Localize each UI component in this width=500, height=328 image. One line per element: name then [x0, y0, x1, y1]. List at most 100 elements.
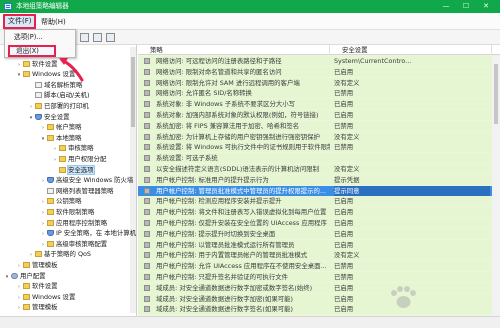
policy-setting: 提示同意	[334, 185, 490, 196]
close-button[interactable]: ✕	[476, 0, 496, 13]
expand-chevron-icon[interactable]: ›	[40, 230, 46, 240]
expand-chevron-icon[interactable]: ›	[16, 283, 22, 293]
tree-item[interactable]: › 软件设置	[0, 282, 136, 293]
folder-icon	[59, 166, 66, 173]
file-menu[interactable]: 文件(F)	[3, 14, 36, 29]
policy-row[interactable]: 用户帐户控制: 检测应用程序安装并提示提升 已启用	[138, 196, 500, 207]
policy-setting-icon	[144, 90, 150, 97]
collapse-chevron-icon[interactable]: ▾	[16, 71, 22, 81]
column-header-policy[interactable]: 策略	[138, 45, 330, 55]
policy-row[interactable]: 系统对象: 加强内部系统对象的默认权限(例如，符号链接) 已启用	[138, 110, 500, 120]
person-icon	[11, 272, 18, 279]
expand-chevron-icon[interactable]: ›	[40, 198, 46, 208]
policy-row[interactable]: 用户帐户控制: 标准用户的提升提示行为 提示凭据	[138, 174, 500, 185]
collapse-chevron-icon[interactable]: ▾	[4, 273, 10, 283]
policy-name: 网络访问: 可远程访问的注册表路径和子路径	[156, 57, 282, 65]
policy-row[interactable]: 用户帐户控制: 只提升签名并验证的可执行文件 已禁用	[138, 272, 500, 282]
policy-setting: System\CurrentContro...	[334, 57, 412, 65]
tree-item[interactable]: › 用户权限分配	[0, 155, 136, 166]
policy-row[interactable]: 以安全描述符定义语言(SDDL)语法表示的计算机访问限制 没有定义	[138, 164, 500, 174]
options-menu-item[interactable]: 选项(P)...	[8, 32, 72, 43]
tree-item[interactable]: › 高级审核策略配置	[0, 240, 136, 251]
help-menu[interactable]: 帮助(H)	[41, 17, 66, 27]
policy-setting: 已禁用	[334, 273, 354, 281]
expand-chevron-icon[interactable]: ›	[16, 304, 22, 314]
tree-item[interactable]: › 应用程序控制策略	[0, 219, 136, 230]
collapse-chevron-icon[interactable]: ▾	[28, 114, 34, 124]
collapse-chevron-icon[interactable]: ▾	[40, 135, 46, 145]
expand-chevron-icon[interactable]: ›	[52, 156, 58, 166]
policy-name: 域成员: 对安全通道数据进行数字签名(如果可能)	[156, 305, 293, 314]
policy-row[interactable]: 网络访问: 允许匿名 SID/名称转换 已禁用	[138, 88, 500, 99]
policy-row[interactable]: 用户帐户控制: 以管理员批准模式运行所有管理员 已启用	[138, 239, 500, 250]
policy-row[interactable]: 网络访问: 限制允许对 SAM 进行远程调用的客户端 没有定义	[138, 77, 500, 88]
policy-name: 域成员: 对安全通道数据进行数字加密(如果可能)	[156, 294, 293, 303]
expand-chevron-icon[interactable]: ›	[16, 262, 22, 272]
tree-item-label: 基于策略的 QoS	[44, 250, 91, 259]
expand-chevron-icon[interactable]: ›	[16, 61, 22, 71]
list-scrollbar[interactable]	[492, 56, 500, 316]
maximize-button[interactable]: ☐	[456, 0, 476, 13]
tree-item[interactable]: ▾ 本地策略	[0, 134, 136, 145]
column-header-setting[interactable]: 安全设置	[330, 45, 492, 55]
tree-item[interactable]: › 基于策略的 QoS	[0, 250, 136, 261]
expand-chevron-icon[interactable]: ›	[40, 177, 46, 187]
expand-chevron-icon[interactable]: ›	[40, 209, 46, 219]
policy-row[interactable]: 用户帐户控制: 用于内置管理员帐户的管理员批准模式 没有定义	[138, 250, 500, 261]
tree-item[interactable]: ▾ 用户配置	[0, 272, 136, 283]
tree-item[interactable]: 脚本(启动/关机)	[0, 91, 136, 101]
tree-item[interactable]: › 软件限制策略	[0, 208, 136, 219]
tree-item[interactable]: › IP 安全策略，在 本地计算机	[0, 229, 136, 240]
expand-chevron-icon[interactable]: ›	[28, 103, 34, 113]
shield-icon	[47, 177, 54, 184]
policy-setting-icon	[144, 263, 150, 270]
policy-setting-icon	[144, 79, 150, 86]
expand-chevron-icon[interactable]: ›	[40, 124, 46, 134]
tree-item[interactable]: › Windows 设置	[0, 293, 136, 304]
tree-item[interactable]: › 高级安全 Windows 防火墙	[0, 176, 136, 187]
properties-icon[interactable]	[80, 33, 89, 42]
policy-row[interactable]: 系统加密: 将 FIPS 兼容算法用于加密、哈希和签名 已禁用	[138, 120, 500, 131]
expand-chevron-icon[interactable]: ›	[52, 145, 58, 155]
expand-chevron-icon[interactable]: ›	[16, 294, 22, 304]
window-controls: — ☐ ✕	[436, 0, 496, 13]
tree-item-label: 安全设置	[44, 112, 70, 121]
policy-row[interactable]: 用户帐户控制: 允许 UIAccess 应用程序在不使用安全桌面... 已禁用	[138, 261, 500, 272]
show-hide-tree-icon[interactable]	[106, 33, 115, 42]
minimize-button[interactable]: —	[436, 0, 456, 13]
tree-item[interactable]: 安全选项	[0, 164, 136, 176]
expand-chevron-icon[interactable]: ›	[40, 241, 46, 251]
policy-row[interactable]: 用户帐户控制: 将文件和注册表写入错误虚拟化到每用户位置 已启用	[138, 207, 500, 218]
policy-setting: 已启用	[334, 100, 354, 109]
policy-setting-icon	[144, 241, 150, 248]
policy-row[interactable]: 用户帐户控制: 管理员批准模式中管理员的提升权限提示的... 提示同意	[138, 185, 500, 196]
tree-item[interactable]: ▾ 安全设置	[0, 112, 136, 124]
policy-setting: 已禁用	[334, 143, 354, 152]
expand-chevron-icon[interactable]: ›	[28, 251, 34, 261]
exit-menu-item[interactable]: 退出(X)	[8, 45, 56, 57]
policy-row[interactable]: 用户帐户控制: 仅提升安装在安全位置的 UIAccess 应用程序 已启用	[138, 218, 500, 228]
tree-item[interactable]: › 审核策略	[0, 144, 136, 155]
help-icon[interactable]	[93, 33, 102, 42]
list-scroll-thumb[interactable]	[494, 64, 498, 124]
tree-item-label: 审核策略	[68, 144, 94, 153]
tree-item-label: 软件设置	[32, 59, 58, 68]
folder-icon	[59, 156, 66, 162]
policy-row[interactable]: 系统设置: 可选子系统	[138, 153, 500, 164]
folder-icon	[35, 251, 42, 258]
policy-row[interactable]: 网络访问: 限制对命名管道和共享的匿名访问 已启用	[138, 66, 500, 77]
shield-icon	[35, 113, 42, 120]
policy-row[interactable]: 系统设置: 将 Windows 可执行文件中的证书规则用于软件限制... 已禁用	[138, 142, 500, 153]
tree-item[interactable]: › 公钥策略	[0, 197, 136, 208]
policy-row[interactable]: 系统对象: 非 Windows 子系统不要求区分大小写 已启用	[138, 99, 500, 110]
tree-item[interactable]: 网络列表管理器策略	[0, 186, 136, 197]
policy-row[interactable]: 网络访问: 可远程访问的注册表路径和子路径 System\CurrentContr…	[138, 56, 500, 66]
expand-chevron-icon[interactable]: ›	[40, 220, 46, 230]
tree-item[interactable]: › 管理模板	[0, 303, 136, 314]
policy-row[interactable]: 系统加密: 为计算机上存储的用户密钥强制进行强密钥保护 没有定义	[138, 131, 500, 142]
tree-item[interactable]: › 帐户策略	[0, 123, 136, 134]
tree-item[interactable]: › 管理模板	[0, 261, 136, 272]
policy-row[interactable]: 用户帐户控制: 提示提升时切换到安全桌面 已启用	[138, 228, 500, 239]
tree-item-label: 网络列表管理器策略	[56, 186, 114, 195]
tree-item[interactable]: › 已部署的打印机	[0, 102, 136, 113]
